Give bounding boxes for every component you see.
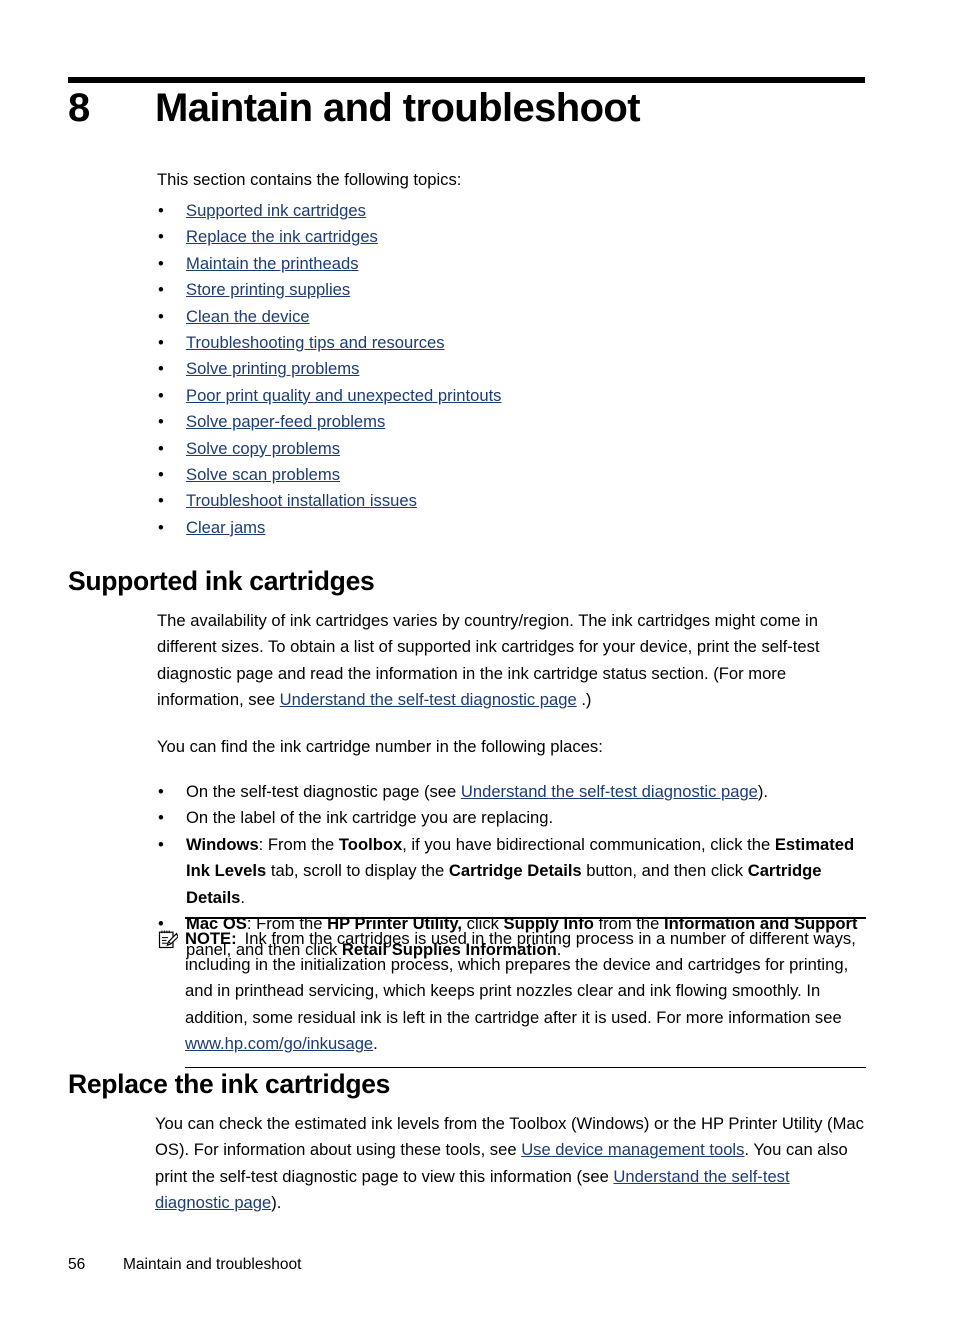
note-bottom-rule (185, 1066, 866, 1069)
list-item: • Solve printing problems (157, 356, 867, 382)
bullet-icon: • (158, 201, 164, 220)
paragraph-text-tail: ). (271, 1193, 282, 1213)
page-footer: 56 Maintain and troubleshoot (68, 1255, 301, 1275)
intro-lead: This section contains the following topi… (157, 170, 462, 189)
toc-link-replace-the-ink-cartridges[interactable]: Replace the ink cartridges (186, 227, 378, 246)
chapter-rule (68, 77, 865, 83)
list-item: • Store printing supplies (157, 277, 867, 303)
list-item: • Solve paper-feed problems (157, 409, 867, 435)
toc-link-poor-print-quality-and-unexpected-printouts[interactable]: Poor print quality and unexpected printo… (186, 386, 501, 405)
toc-link-store-printing-supplies[interactable]: Store printing supplies (186, 280, 350, 299)
link-use-device-management-tools[interactable]: Use device management tools (521, 1140, 744, 1159)
bullet-icon: • (158, 253, 164, 273)
document-page: 8 Maintain and troubleshoot This section… (0, 0, 954, 1321)
bullet-icon: • (158, 465, 164, 485)
list-item: • Clear jams (157, 515, 867, 541)
note-body-text: Ink from the cartridges is used in the p… (185, 928, 856, 1027)
toc-link-troubleshoot-installation-issues[interactable]: Troubleshoot installation issues (186, 491, 417, 510)
note-text: NOTE: Ink from the cartridges is used in … (185, 926, 866, 1058)
bullet-icon: • (158, 280, 164, 300)
bullet-icon: • (158, 227, 164, 247)
bullet-icon: • (158, 385, 164, 405)
bullet-icon: • (158, 491, 164, 511)
toc-link-solve-copy-problems[interactable]: Solve copy problems (186, 439, 340, 458)
note-pad-pencil-icon (158, 929, 179, 949)
list-item-text: , if you have bidirectional communicatio… (402, 834, 775, 854)
paragraph: You can find the ink cartridge number in… (157, 736, 603, 756)
emphasis-cartridge-details: Cartridge Details (448, 861, 582, 881)
toc-link-maintain-the-printheads[interactable]: Maintain the printheads (186, 254, 359, 273)
list-item: • On the self-test diagnostic page (see U… (157, 779, 867, 805)
list-item: • Solve copy problems (157, 436, 867, 462)
bullet-icon: • (158, 412, 164, 432)
bullet-icon: • (158, 438, 164, 458)
topics-list-block: • Supported ink cartridges • Replace the i… (157, 198, 867, 541)
list-item: • Clean the device (157, 304, 867, 330)
emphasis-windows: Windows (186, 834, 259, 854)
list-item: • Maintain the printheads (157, 251, 867, 277)
toc-link-troubleshooting-tips-and-resources[interactable]: Troubleshooting tips and resources (186, 333, 445, 352)
paragraph: The availability of ink cartridges varie… (157, 608, 867, 714)
toc-link-solve-scan-problems[interactable]: Solve scan problems (186, 465, 340, 484)
note-body-text-tail: . (373, 1034, 378, 1054)
toc-link-solve-printing-problems[interactable]: Solve printing problems (186, 359, 359, 378)
note-content: NOTE: Ink from the cartridges is used in … (158, 919, 866, 1067)
bullet-icon: • (158, 359, 164, 379)
bullet-icon: • (158, 782, 164, 802)
note-box: NOTE: Ink from the cartridges is used in … (158, 917, 866, 1069)
list-item: • Replace the ink cartridges (157, 224, 867, 250)
link-understand-self-test-diagnostic-page[interactable]: Understand the self-test diagnostic page (280, 690, 577, 709)
list-item-text: On the label of the ink cartridge you ar… (186, 808, 554, 828)
section-heading-replace-the-ink-cartridges: Replace the ink cartridges (68, 1069, 391, 1099)
footer-chapter-title: Maintain and troubleshoot (123, 1256, 302, 1273)
intro-block: This section contains the following topi… (157, 167, 867, 193)
list-item: • Supported ink cartridges (157, 198, 867, 224)
section-heading-supported-ink-cartridges: Supported ink cartridges (68, 566, 375, 596)
supported-ink-cartridges-body: The availability of ink cartridges varie… (157, 608, 867, 964)
paragraph: You can check the estimated ink levels f… (155, 1111, 867, 1217)
emphasis-toolbox: Toolbox (338, 834, 403, 854)
list-item: • Poor print quality and unexpected print… (157, 383, 867, 409)
list-item: • Troubleshooting tips and resources (157, 330, 867, 356)
replace-ink-cartridges-body: You can check the estimated ink levels f… (155, 1111, 867, 1217)
list-item: • Solve scan problems (157, 462, 867, 488)
bullet-icon: • (158, 333, 164, 353)
note-label: NOTE: (185, 928, 237, 948)
chapter-heading: 8 Maintain and troubleshoot (68, 88, 868, 128)
list-item: • Windows: From the Toolbox, if you have … (157, 832, 867, 911)
list-item-text: On the self-test diagnostic page (see (186, 782, 461, 802)
list-item-text: button, and then click (581, 861, 748, 881)
bullet-icon: • (158, 834, 164, 854)
list-item-text: tab, scroll to display the (266, 861, 449, 881)
link-understand-self-test-diagnostic-page[interactable]: Understand the self-test diagnostic page (461, 782, 758, 801)
toc-link-supported-ink-cartridges[interactable]: Supported ink cartridges (186, 201, 366, 220)
chapter-number: 8 (68, 86, 90, 130)
bullet-icon: • (158, 808, 164, 828)
chapter-title: Maintain and troubleshoot (155, 86, 641, 130)
footer-page-number: 56 (68, 1256, 86, 1273)
toc-link-solve-paper-feed-problems[interactable]: Solve paper-feed problems (186, 412, 385, 431)
list-item-text: : From the (258, 834, 339, 854)
toc-link-clear-jams[interactable]: Clear jams (186, 518, 265, 537)
list-item: • Troubleshoot installation issues (157, 488, 867, 514)
link-hp-inkusage-url[interactable]: www.hp.com/go/inkusage (185, 1034, 373, 1053)
bullet-icon: • (158, 306, 164, 326)
paragraph-text-tail: .) (576, 690, 592, 710)
list-item: • On the label of the ink cartridge you a… (157, 805, 867, 831)
list-item-text: . (240, 887, 246, 907)
topics-list: • Supported ink cartridges • Replace the i… (157, 198, 867, 541)
list-item-text-tail: ). (757, 782, 769, 802)
bullet-icon: • (158, 517, 164, 537)
toc-link-clean-the-device[interactable]: Clean the device (186, 307, 310, 326)
